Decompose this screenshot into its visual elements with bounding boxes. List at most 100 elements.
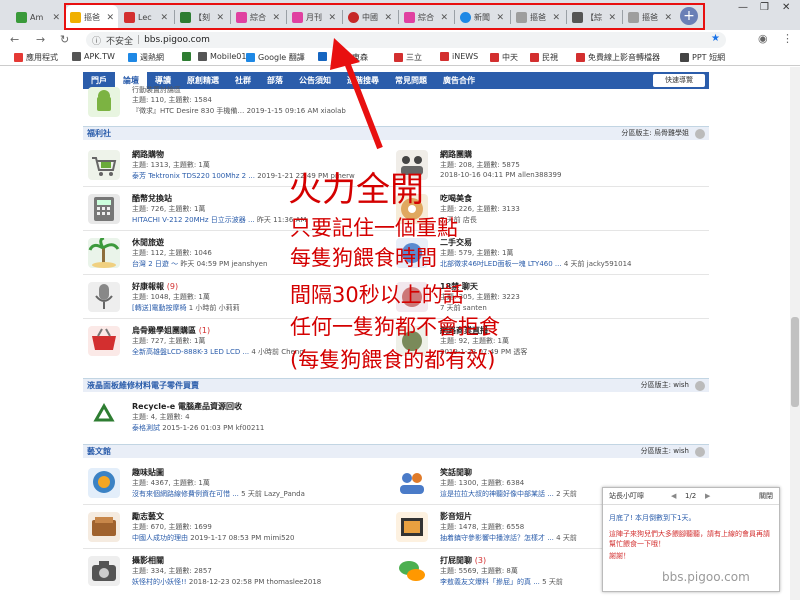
scrollbar-thumb[interactable] bbox=[791, 317, 799, 407]
nav-item[interactable]: 常見問題 bbox=[387, 72, 435, 89]
bookmark-item[interactable]: 東森 bbox=[340, 52, 368, 63]
bookmark-item[interactable]: 週熱網 bbox=[128, 52, 164, 63]
last-post-link[interactable]: 沒有來個網路線修費例資在可惜 ... bbox=[132, 490, 239, 498]
back-icon[interactable]: ← bbox=[10, 33, 19, 46]
collapse-icon[interactable] bbox=[695, 381, 705, 391]
forum-entry[interactable]: 網路團購 主題: 208, 主題數: 5875 2018-10-16 04:11… bbox=[396, 147, 696, 185]
forum-entry[interactable]: 行動裝置討論區 主題: 110, 主題數: 1584 『徵求』HTC Desir… bbox=[88, 85, 388, 119]
profile-icon[interactable]: ◉ bbox=[758, 32, 768, 45]
forum-title[interactable]: 網路團購 bbox=[440, 149, 472, 160]
last-post-link[interactable]: 中國人成功的理由 bbox=[132, 534, 188, 542]
forum-title[interactable]: 勵志藝文 bbox=[132, 511, 164, 522]
apps-grid-icon bbox=[14, 53, 23, 62]
section-title: 藝文館 bbox=[87, 447, 111, 456]
forum-title[interactable]: 酷幣兌換站 bbox=[132, 193, 172, 204]
next-icon[interactable]: ▶ bbox=[705, 488, 710, 505]
forum-entry[interactable]: 趣味貼圖 主題: 4367, 主題數: 1萬 沒有來個網路線修費例資在可惜 ..… bbox=[88, 465, 388, 503]
youtube-icon bbox=[490, 53, 499, 62]
forum-title[interactable]: 趣味貼圖 bbox=[132, 467, 164, 478]
forum-title[interactable]: Recycle-e 電腦產品資源回收 bbox=[132, 401, 242, 412]
forum-stats: 主題: 726, 主題數: 1萬 bbox=[132, 205, 206, 213]
nav-item[interactable]: 廣告合作 bbox=[435, 72, 483, 89]
forum-title[interactable]: 烏骨雞學姐團購區 bbox=[132, 326, 196, 335]
url-field[interactable]: ⓘ 不安全 | bbs.pigoo.com ★ bbox=[86, 32, 726, 48]
section-moderator[interactable]: 分區版主: wish bbox=[641, 379, 689, 392]
forum-title[interactable]: 攝影相關 bbox=[132, 555, 164, 566]
last-post-link[interactable]: 北部徵求46吋LED面板一塊 LTY460 ... bbox=[440, 260, 562, 268]
menu-icon[interactable]: ⋮ bbox=[782, 32, 793, 45]
forward-icon[interactable]: → bbox=[36, 33, 45, 46]
last-post-link[interactable]: 泰格測試 bbox=[132, 424, 160, 432]
forum-title[interactable]: 行動裝置討論區 bbox=[132, 85, 181, 95]
minimize-icon[interactable]: — bbox=[738, 2, 748, 13]
new-post-count: (9) bbox=[166, 282, 179, 291]
section-moderator[interactable]: 分區版主: wish bbox=[641, 445, 689, 458]
annotation-line: 間隔30秒以上的話 bbox=[290, 283, 464, 307]
last-post-time: 昨天 04:59 PM jeanshyen bbox=[180, 260, 268, 268]
annotation-line: 每隻狗餵食時間 bbox=[290, 246, 437, 270]
bookmark-item[interactable]: 三立 bbox=[394, 52, 422, 63]
section-header[interactable]: 藝文館 分區版主: wish bbox=[83, 444, 709, 458]
bookmark-star-icon[interactable]: ★ bbox=[711, 33, 720, 44]
forum-title[interactable]: 吃喝美食 bbox=[440, 193, 472, 204]
youtube-icon bbox=[394, 53, 403, 62]
forum-title[interactable]: 休閒旅遊 bbox=[132, 237, 164, 248]
bookmark-item[interactable] bbox=[318, 52, 327, 61]
last-post-time: 2018-12-23 02:58 PM thomaslee2018 bbox=[188, 578, 322, 586]
bookmark-apps[interactable]: 應用程式 bbox=[14, 52, 58, 63]
bookmark-item[interactable] bbox=[182, 52, 191, 61]
forum-entry[interactable]: Recycle-e 電腦產品資源回收 主題: 4, 主題數: 4 泰格測試 20… bbox=[88, 399, 388, 437]
prev-icon[interactable]: ◀ bbox=[671, 488, 676, 505]
section-header[interactable]: 福利社 分區版主: 烏骨雞學姐 bbox=[83, 126, 709, 140]
window-close-icon[interactable]: ✕ bbox=[782, 2, 790, 13]
forum-entry[interactable]: 勵志藝文 主題: 670, 主題數: 1699 中國人成功的理由 2019-1-… bbox=[88, 509, 388, 547]
page-scrollbar[interactable] bbox=[790, 67, 800, 600]
last-post-link[interactable]: HITACHI V-212 20MHz 日立示波器 ... bbox=[132, 216, 255, 224]
reload-icon[interactable]: ↻ bbox=[60, 33, 69, 46]
forum-title[interactable]: 好康報報 bbox=[132, 282, 164, 291]
forum-entry[interactable]: 攝影相關 主題: 334, 主題數: 2857 妖怪村的小妖怪!! 2018-1… bbox=[88, 553, 388, 591]
maximize-icon[interactable]: ❐ bbox=[760, 2, 769, 13]
forum-last-post[interactable]: 『徵求』HTC Desire 830 手機備… 2019-1-15 09:16 … bbox=[132, 106, 346, 116]
last-post-time: 2015-1-26 01:03 PM kf00211 bbox=[162, 424, 265, 432]
youtube-icon bbox=[340, 53, 349, 62]
last-post-link[interactable]: 這是拉拉大叔的神聽好像中部某話 ... bbox=[440, 490, 554, 498]
collapse-icon[interactable] bbox=[695, 129, 705, 139]
bookmark-item[interactable]: iNEWS bbox=[440, 52, 478, 61]
forum-title[interactable]: 網路購物 bbox=[132, 149, 164, 160]
section-title: 福利社 bbox=[87, 129, 111, 138]
bookmark-item[interactable]: APK.TW bbox=[72, 52, 115, 61]
bookmarks-bar: 應用程式 APK.TW 週熱網 Mobile01 Google 翻譯 東森 三立… bbox=[0, 50, 800, 66]
browser-tab[interactable]: Am ✕ bbox=[12, 5, 64, 30]
last-post-link[interactable]: 李敖義友文爆料「摻屁」的真 ... bbox=[440, 578, 540, 586]
bookmark-item[interactable]: 免費線上影音轉檔器 bbox=[576, 52, 660, 63]
bookmark-item[interactable]: 中天 bbox=[490, 52, 518, 63]
calculator-icon bbox=[88, 194, 120, 224]
forum-stats: 主題: 670, 主題數: 1699 bbox=[132, 523, 212, 531]
facebook-icon bbox=[318, 52, 327, 61]
close-icon[interactable]: ✕ bbox=[52, 13, 60, 23]
quick-nav-button[interactable]: 快速導覽 bbox=[653, 74, 705, 87]
bookmark-item[interactable]: PPT 短網 bbox=[680, 52, 725, 63]
last-post-link[interactable]: 全新高雄盤LCD-888K-3 LED LCD ... bbox=[132, 348, 249, 356]
section-moderator[interactable]: 分區版主: 烏骨雞學姐 bbox=[621, 127, 689, 140]
popup-page-indicator: 1/2 bbox=[685, 492, 697, 500]
collapse-icon[interactable] bbox=[695, 447, 705, 457]
bookmark-item[interactable]: Google 翻譯 bbox=[246, 52, 305, 63]
forum-title[interactable]: 打屁閒聊 bbox=[440, 556, 472, 565]
bookmark-item[interactable]: Mobile01 bbox=[198, 52, 246, 61]
last-post-link[interactable]: [轉送]電動按摩椅 bbox=[132, 304, 186, 312]
last-post-time: 2 天前 bbox=[556, 490, 577, 498]
bookmark-item[interactable]: 民視 bbox=[530, 52, 558, 63]
last-post-link[interactable]: 泰芳 Tektronix TDS220 100Mhz 2 ... bbox=[132, 172, 255, 180]
annotation-title: 火力全開 bbox=[288, 170, 424, 210]
forum-title[interactable]: 笑話閒聊 bbox=[440, 467, 472, 478]
forum-title[interactable]: 影音短片 bbox=[440, 511, 472, 522]
bookmark-label: 應用程式 bbox=[26, 53, 58, 62]
last-post-link[interactable]: 抽着鎮守參影響中播涼話？怎樣才 ... bbox=[440, 534, 554, 542]
last-post-link[interactable]: 台灣 2 日遊 ～ bbox=[132, 260, 178, 268]
section-header[interactable]: 液晶面板維修材料電子零件買賣 分區版主: wish bbox=[83, 378, 709, 392]
popup-close-button[interactable]: 關閉 bbox=[759, 488, 773, 505]
annotation-highlight-box bbox=[64, 3, 705, 30]
last-post-link[interactable]: 妖怪村的小妖怪!! bbox=[132, 578, 187, 586]
